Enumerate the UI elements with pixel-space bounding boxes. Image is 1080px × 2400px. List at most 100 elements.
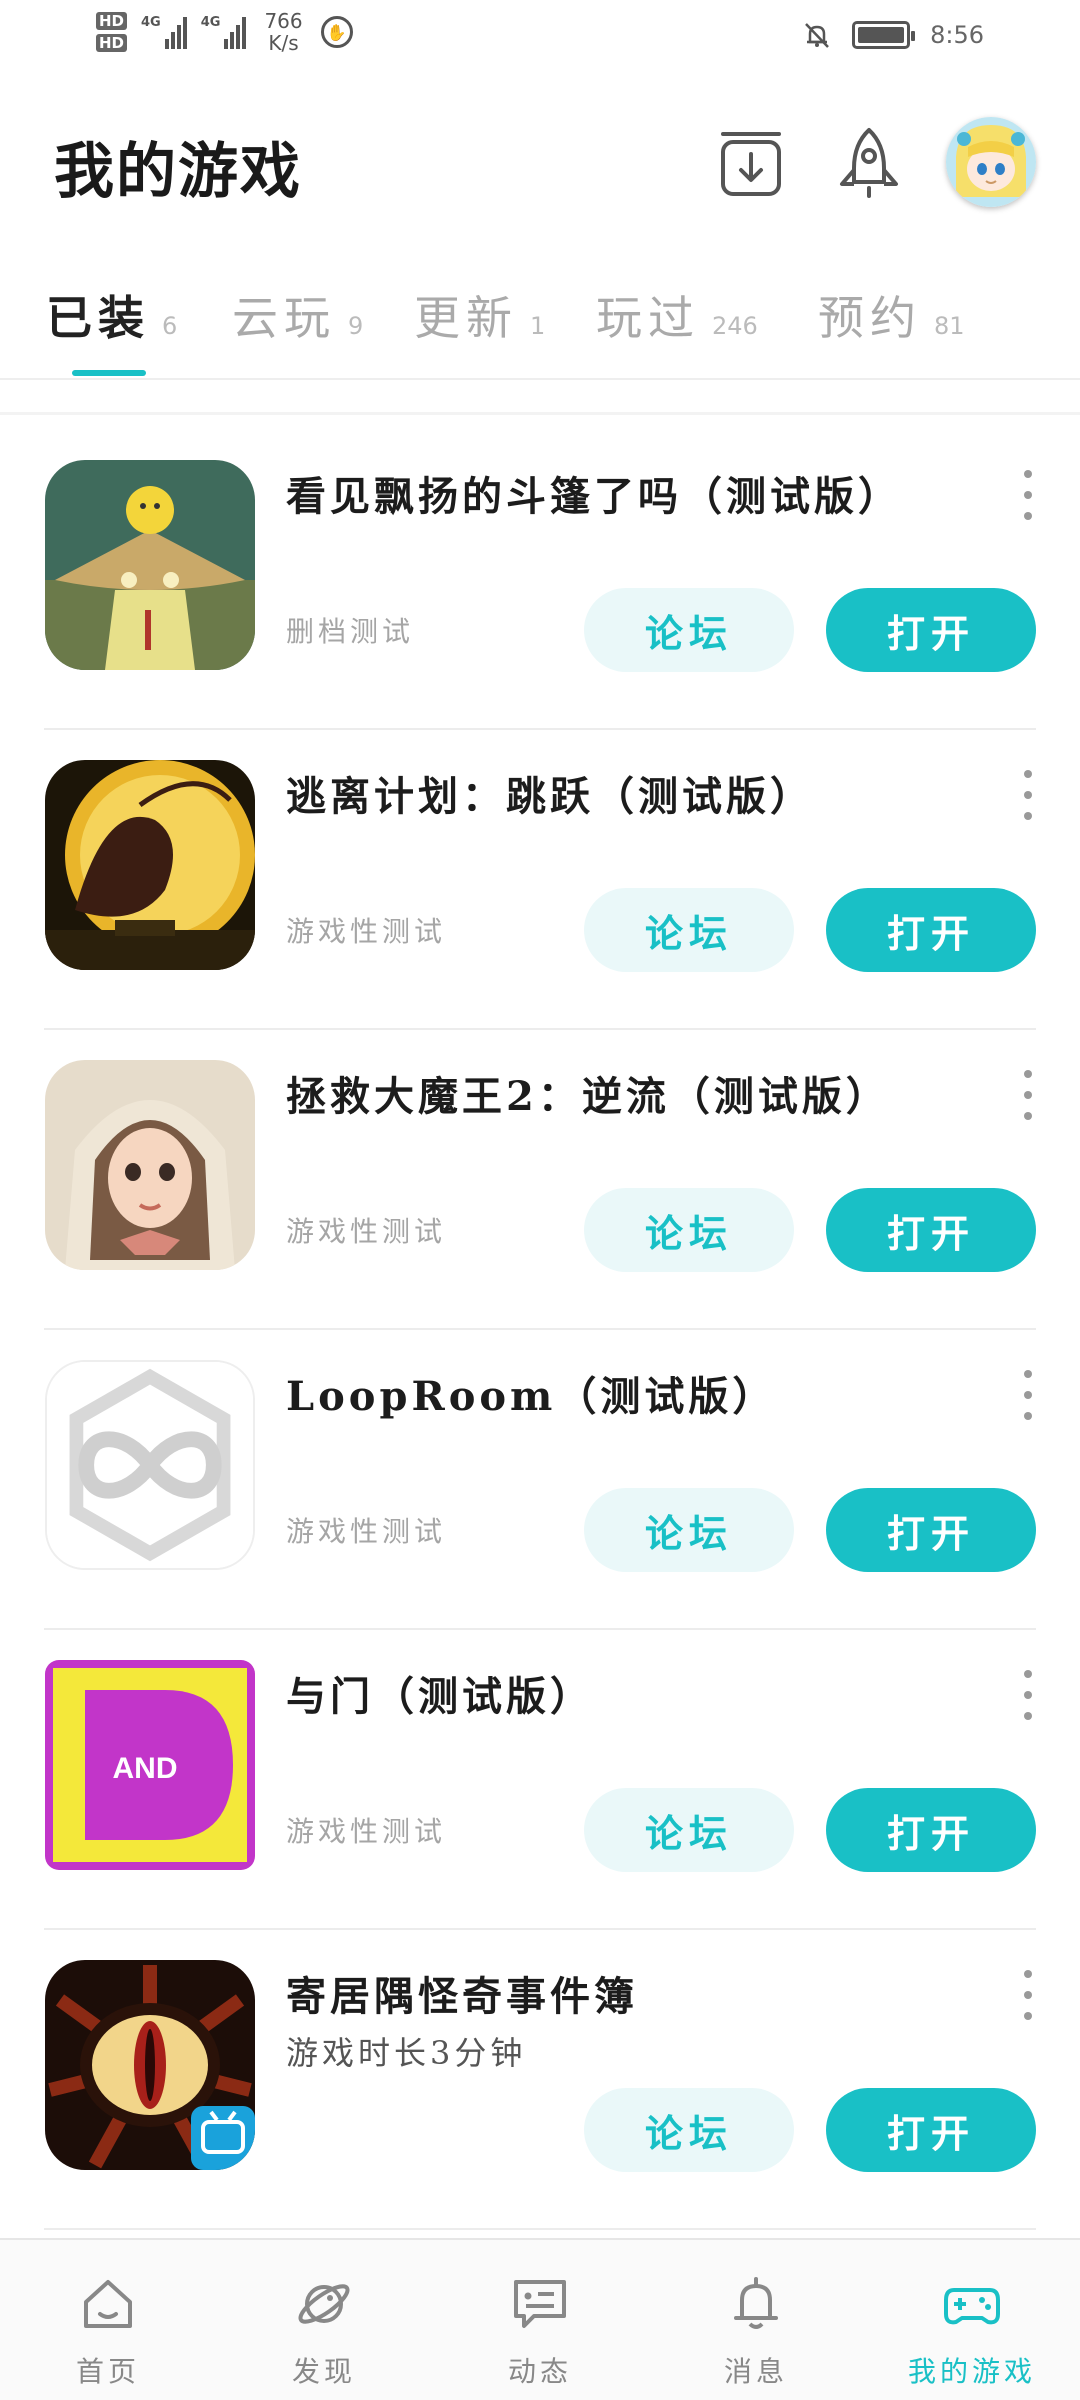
game-item[interactable]: 拯救大魔王2：逆流（测试版） 游戏性测试 论坛 打开 bbox=[44, 1030, 1036, 1330]
game-title: 逃离计划：跳跃（测试版） bbox=[286, 773, 814, 820]
open-button[interactable]: 打开 bbox=[826, 2088, 1036, 2172]
home-icon bbox=[84, 2280, 132, 2328]
network-speed-unit: K/s bbox=[268, 31, 299, 55]
game-playtime: 游戏时长3分钟 bbox=[286, 2034, 527, 2072]
bottom-nav: 首页 发现 动态 消息 我的游戏 bbox=[0, 2238, 1080, 2400]
more-options-button[interactable] bbox=[1018, 770, 1038, 820]
nav-label: 发现 bbox=[291, 2355, 356, 2388]
game-title: 与门（测试版） bbox=[286, 1673, 594, 1720]
nav-feed[interactable]: 动态 bbox=[432, 2240, 648, 2400]
tab-count: 6 bbox=[162, 312, 178, 340]
game-icon[interactable]: AND bbox=[45, 1660, 255, 1870]
game-item[interactable]: AND 与门（测试版） 游戏性测试 论坛 打开 bbox=[44, 1630, 1036, 1930]
game-icon-image bbox=[45, 1060, 255, 1270]
tab-count: 81 bbox=[934, 312, 965, 340]
nav-label: 动态 bbox=[507, 2355, 572, 2388]
nav-home[interactable]: 首页 bbox=[0, 2240, 216, 2400]
game-test-type: 游戏性测试 bbox=[286, 1815, 447, 1848]
download-manager-button[interactable] bbox=[711, 123, 791, 203]
category-tabs: 已装 6 云玩 9 更新 1 玩过 246 预约 81 bbox=[0, 270, 1080, 380]
game-icon-image: AND bbox=[45, 1660, 255, 1870]
hd-indicators: HD HD bbox=[96, 12, 128, 52]
tab-label: 云玩 bbox=[232, 291, 336, 345]
open-button[interactable]: 打开 bbox=[826, 1488, 1036, 1572]
status-time: 8:56 bbox=[930, 21, 984, 49]
tab-label: 已装 bbox=[46, 291, 150, 345]
tab-count: 1 bbox=[530, 312, 546, 340]
forum-button[interactable]: 论坛 bbox=[584, 1188, 794, 1272]
chat-icon bbox=[514, 2280, 566, 2328]
avatar[interactable] bbox=[946, 117, 1036, 207]
game-title: 看见飘扬的斗篷了吗（测试版） bbox=[286, 473, 902, 520]
game-icon-image bbox=[47, 1362, 253, 1568]
game-item[interactable]: 看见飘扬的斗篷了吗（测试版） 删档测试 论坛 打开 bbox=[44, 430, 1036, 730]
nav-my-games[interactable]: 我的游戏 bbox=[864, 2240, 1080, 2400]
network-speed: 766 K/s bbox=[264, 10, 302, 54]
status-left: HD HD 4G 4G 766 K/s ✋ bbox=[96, 10, 353, 54]
nav-label: 首页 bbox=[75, 2355, 140, 2388]
game-icon[interactable] bbox=[45, 460, 255, 670]
nav-label: 消息 bbox=[723, 2355, 788, 2388]
game-icon-image bbox=[45, 1960, 255, 2170]
forum-button[interactable]: 论坛 bbox=[584, 588, 794, 672]
game-icon[interactable] bbox=[45, 1960, 255, 2170]
more-options-button[interactable] bbox=[1018, 470, 1038, 520]
tab-cloud-play[interactable]: 云玩 9 bbox=[232, 282, 363, 348]
forum-button[interactable]: 论坛 bbox=[584, 1788, 794, 1872]
bell-off-icon bbox=[805, 23, 829, 48]
game-icon-image bbox=[45, 460, 255, 670]
open-button[interactable]: 打开 bbox=[826, 1788, 1036, 1872]
forum-button[interactable]: 论坛 bbox=[584, 888, 794, 972]
open-button[interactable]: 打开 bbox=[826, 888, 1036, 972]
network-speed-value: 766 bbox=[264, 9, 303, 33]
active-tab-indicator bbox=[72, 370, 146, 376]
section-divider bbox=[0, 412, 1080, 415]
status-bar: HD HD 4G 4G 766 K/s ✋ 8:56 bbox=[0, 0, 1080, 80]
page-title: 我的游戏 bbox=[54, 137, 302, 207]
game-test-type: 游戏性测试 bbox=[286, 915, 447, 948]
game-icon[interactable] bbox=[45, 1060, 255, 1270]
bell-icon bbox=[734, 2277, 778, 2329]
tab-reserved[interactable]: 预约 81 bbox=[818, 282, 965, 348]
open-button[interactable]: 打开 bbox=[826, 588, 1036, 672]
tab-count: 246 bbox=[712, 312, 758, 340]
hand-icon: ✋ bbox=[320, 16, 353, 48]
signal-icon-1: 4G bbox=[141, 15, 187, 49]
planet-icon bbox=[298, 2284, 350, 2324]
more-options-button[interactable] bbox=[1018, 1670, 1038, 1720]
forum-button[interactable]: 论坛 bbox=[584, 2088, 794, 2172]
more-options-button[interactable] bbox=[1018, 1070, 1038, 1120]
gamepad-icon bbox=[944, 2288, 1000, 2325]
status-right: 8:56 bbox=[802, 20, 984, 50]
download-icon bbox=[721, 132, 781, 196]
battery-icon bbox=[852, 21, 916, 49]
avatar-image bbox=[946, 117, 1036, 207]
game-icon-image bbox=[45, 760, 255, 970]
game-title: LoopRoom（测试版） bbox=[286, 1373, 777, 1420]
game-item[interactable]: 逃离计划：跳跃（测试版） 游戏性测试 论坛 打开 bbox=[44, 730, 1036, 1030]
game-item[interactable]: LoopRoom（测试版） 游戏性测试 论坛 打开 bbox=[44, 1330, 1036, 1630]
list-divider bbox=[44, 2228, 1036, 2230]
open-button[interactable]: 打开 bbox=[826, 1188, 1036, 1272]
nav-discover[interactable]: 发现 bbox=[216, 2240, 432, 2400]
network-type-1: 4G bbox=[141, 15, 161, 30]
tab-label: 更新 bbox=[414, 291, 518, 345]
nav-messages[interactable]: 消息 bbox=[648, 2240, 864, 2400]
nav-label: 我的游戏 bbox=[907, 2355, 1036, 2388]
tab-label: 玩过 bbox=[596, 291, 700, 345]
game-item[interactable]: 寄居隅怪奇事件簿 游戏时长3分钟 论坛 打开 bbox=[44, 1930, 1036, 2230]
header: 我的游戏 bbox=[0, 95, 1080, 225]
game-icon[interactable] bbox=[45, 760, 255, 970]
tab-updates[interactable]: 更新 1 bbox=[414, 282, 545, 348]
more-options-button[interactable] bbox=[1018, 1370, 1038, 1420]
tab-played[interactable]: 玩过 246 bbox=[596, 282, 758, 348]
game-title: 寄居隅怪奇事件簿 bbox=[286, 1973, 638, 2020]
speedup-button[interactable] bbox=[829, 123, 909, 203]
tab-installed[interactable]: 已装 6 bbox=[46, 282, 177, 348]
more-options-button[interactable] bbox=[1018, 1970, 1038, 2020]
tab-label: 预约 bbox=[818, 291, 922, 345]
game-icon[interactable] bbox=[45, 1360, 255, 1570]
hd-badge-1: HD bbox=[96, 12, 128, 30]
forum-button[interactable]: 论坛 bbox=[584, 1488, 794, 1572]
game-title: 拯救大魔王2：逆流（测试版） bbox=[286, 1073, 890, 1120]
